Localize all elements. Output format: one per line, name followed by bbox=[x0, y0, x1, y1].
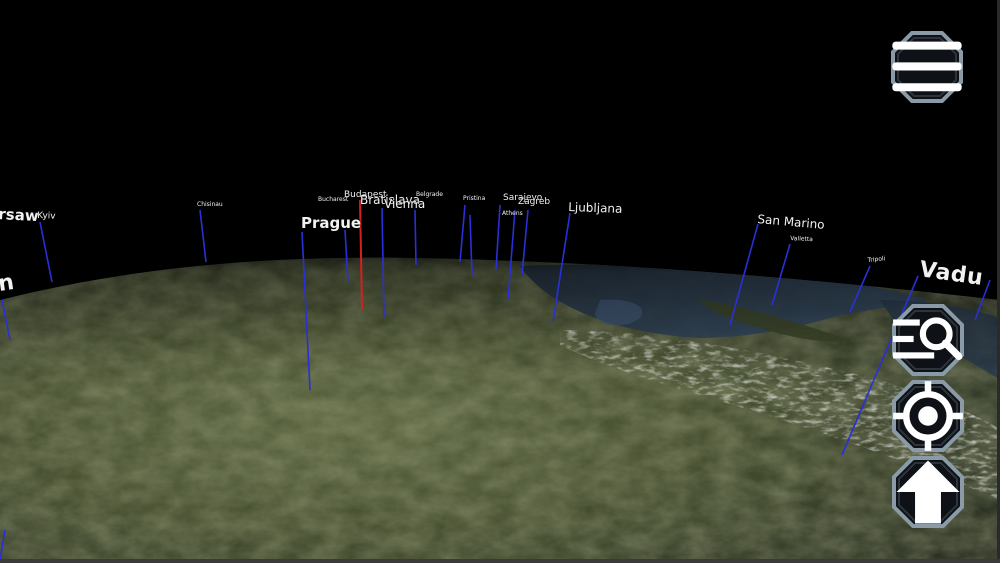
city-label-kyiv[interactable]: Kyiv bbox=[37, 211, 56, 222]
menu-button[interactable] bbox=[890, 30, 964, 104]
city-label-athens[interactable]: Athens bbox=[502, 211, 523, 217]
city-label-pristina[interactable]: Pristina bbox=[463, 196, 485, 202]
city-label-belgrade[interactable]: Belgrade bbox=[416, 192, 443, 198]
globe-viewport[interactable]: rsaw Kyiv n Chisinau Bucharest Budapest … bbox=[0, 0, 1000, 563]
city-label-zagreb[interactable]: Zagreb bbox=[518, 198, 550, 207]
city-label-chisinau[interactable]: Chisinau bbox=[197, 202, 223, 208]
city-label-prague[interactable]: Prague bbox=[301, 216, 361, 231]
city-label-vienna[interactable]: Vienna bbox=[384, 198, 425, 210]
terrain-surface[interactable] bbox=[0, 0, 1000, 563]
north-up-button[interactable] bbox=[891, 455, 965, 529]
city-label-ljubljana[interactable]: Ljubljana bbox=[568, 200, 623, 216]
city-label-warsaw[interactable]: rsaw bbox=[0, 205, 39, 225]
locate-button[interactable] bbox=[891, 379, 965, 453]
search-list-button[interactable] bbox=[891, 303, 965, 377]
bottom-edge-bar bbox=[0, 559, 1000, 563]
city-label-valletta[interactable]: Valletta bbox=[790, 235, 813, 243]
